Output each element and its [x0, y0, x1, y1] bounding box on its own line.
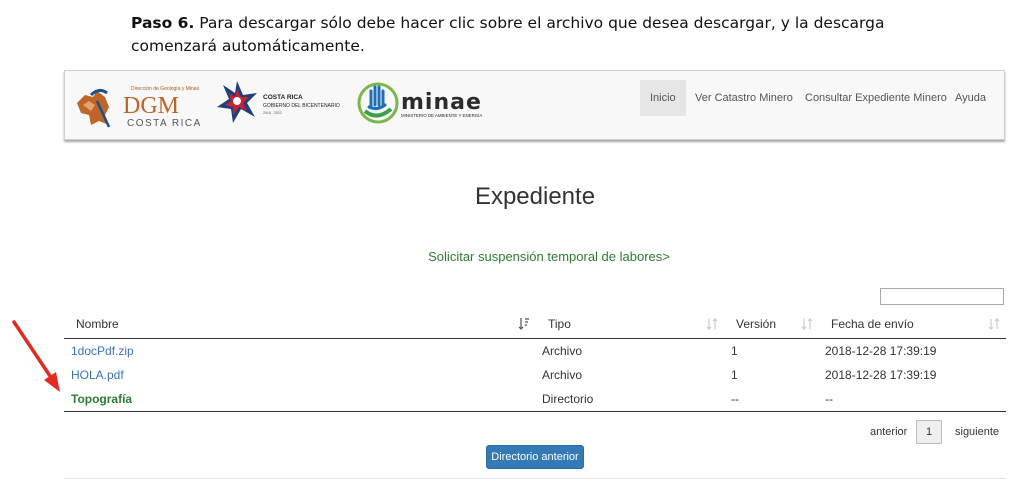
- file-type: Archivo: [542, 368, 583, 382]
- header-nombre[interactable]: Nombre: [76, 312, 119, 338]
- red-arrow-annotation-icon: [12, 320, 60, 392]
- file-date: 2018-12-28 17:39:19: [825, 344, 937, 358]
- instructions-line1: Para descargar sólo debe hacer clic sobr…: [194, 14, 885, 32]
- file-date: 2018-12-28 17:39:19: [825, 368, 937, 382]
- file-type: Directorio: [542, 392, 594, 406]
- cr-line3: 2018 - 2022: [263, 111, 282, 115]
- table-row: HOLA.pdf Archivo 1 2018-12-28 17:39:19: [64, 363, 1006, 387]
- pagination-page-1[interactable]: 1: [916, 420, 942, 444]
- directory-name-link[interactable]: Topografía: [71, 387, 132, 411]
- sort-both-icon[interactable]: [706, 317, 718, 331]
- page-title: Expediente: [474, 183, 596, 210]
- files-table: Nombre Tipo Versión Fecha de envío 1docP…: [64, 312, 1006, 412]
- minae-main-text: minae: [401, 90, 482, 115]
- instructions-text: Paso 6. Para descargar sólo debe hacer c…: [131, 12, 931, 58]
- sort-both-icon[interactable]: [801, 317, 813, 331]
- file-date: --: [825, 392, 833, 406]
- minae-logo: minae MINISTERIO DE AMBIENTE Y ENERGÍA: [357, 82, 482, 124]
- minae-sub-text: MINISTERIO DE AMBIENTE Y ENERGÍA: [401, 113, 482, 118]
- sort-ascending-icon[interactable]: [518, 317, 530, 331]
- file-type: Archivo: [542, 344, 583, 358]
- file-version: --: [731, 392, 739, 406]
- table-bottom-border: [64, 411, 1006, 412]
- costa-rica-logo: COSTA RICA GOBIERNO DEL BICENTENARIO 201…: [217, 81, 340, 123]
- table-row: Topografía Directorio -- --: [64, 387, 1006, 411]
- header-fecha[interactable]: Fecha de envío: [831, 312, 914, 338]
- suspension-link[interactable]: Solicitar suspensión temporal de labores…: [0, 249, 1020, 264]
- footer-divider: [64, 478, 1006, 479]
- pagination-previous[interactable]: anterior: [870, 420, 907, 444]
- sort-both-icon[interactable]: [988, 317, 1000, 331]
- nav-ayuda[interactable]: Ayuda: [945, 80, 996, 116]
- dgm-sub-text: COSTA RICA: [127, 118, 202, 129]
- table-filter-input[interactable]: [880, 288, 1004, 305]
- header-version[interactable]: Versión: [736, 312, 776, 338]
- dgm-top-text: Dirección de Geología y Minas: [131, 86, 200, 92]
- cr-line2: GOBIERNO DEL BICENTENARIO: [263, 103, 340, 109]
- instructions-line2: comenzará automáticamente.: [131, 37, 365, 55]
- nav-inicio[interactable]: Inicio: [640, 80, 686, 116]
- table-header-row: Nombre Tipo Versión Fecha de envío: [64, 312, 1006, 339]
- top-navbar: Dirección de Geología y Minas DGM COSTA …: [64, 70, 1005, 140]
- dgm-logo: Dirección de Geología y Minas DGM COSTA …: [77, 86, 202, 129]
- header-tipo[interactable]: Tipo: [548, 312, 571, 338]
- file-name-link[interactable]: 1docPdf.zip: [71, 339, 134, 363]
- previous-directory-button[interactable]: Directorio anterior: [486, 445, 584, 469]
- step-label: Paso 6.: [131, 14, 195, 32]
- nav-ver-catastro-minero[interactable]: Ver Catastro Minero: [685, 80, 803, 116]
- cr-line1: COSTA RICA: [263, 94, 303, 101]
- file-name-link[interactable]: HOLA.pdf: [71, 363, 124, 387]
- table-row: 1docPdf.zip Archivo 1 2018-12-28 17:39:1…: [64, 339, 1006, 363]
- file-version: 1: [731, 344, 738, 358]
- pagination-next[interactable]: siguiente: [955, 420, 999, 444]
- nav-consultar-expediente[interactable]: Consultar Expediente Minero: [795, 80, 957, 116]
- dgm-main-text: DGM: [123, 93, 179, 119]
- file-version: 1: [731, 368, 738, 382]
